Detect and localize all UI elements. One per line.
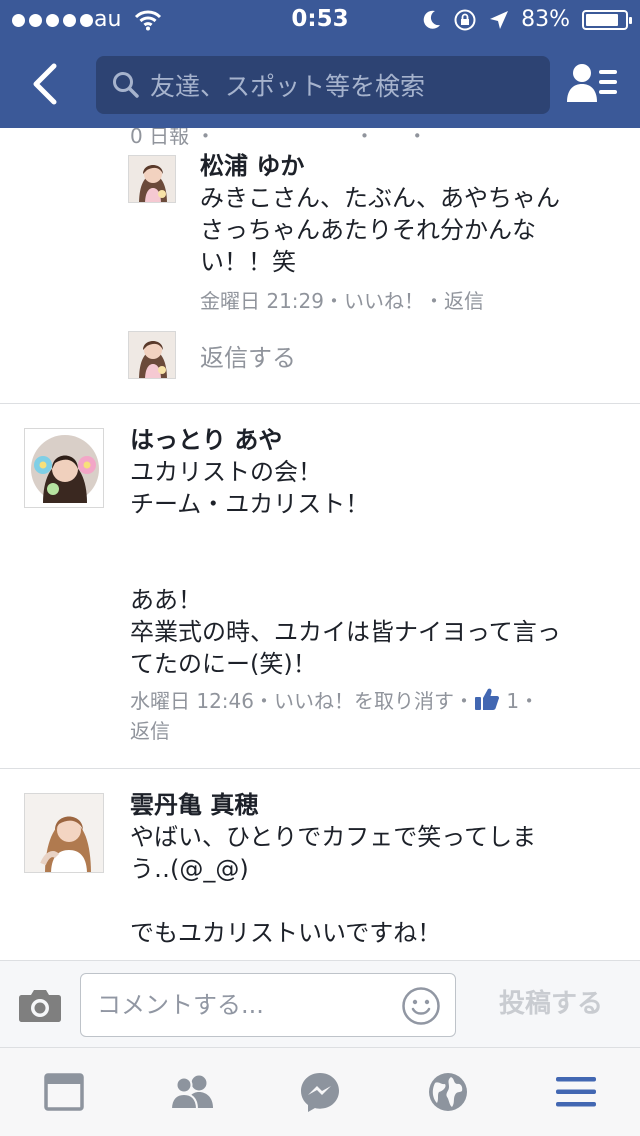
reply-body: 松浦 ゆか みきこさん、たぶん、あやちゃん さっちゃんあたりそれ分かんな い！！… bbox=[200, 150, 620, 316]
search-icon bbox=[113, 72, 139, 98]
status-right: 83% bbox=[423, 7, 632, 32]
tab-messenger[interactable] bbox=[296, 1068, 344, 1116]
messenger-icon bbox=[301, 1073, 339, 1112]
rotation-lock-icon bbox=[454, 9, 476, 30]
comment-author[interactable]: 雲丹亀 真穂 bbox=[130, 789, 620, 821]
like-link[interactable]: いいね！ bbox=[344, 286, 424, 316]
comment-time: 水曜日 12:46 bbox=[130, 689, 254, 713]
battery-percent: 83% bbox=[521, 7, 570, 32]
cut-off-meta: 0 日報 ・ ・ ・ bbox=[130, 128, 454, 148]
emoji-icon[interactable] bbox=[401, 986, 441, 1026]
avatar-photo bbox=[25, 794, 103, 872]
divider bbox=[0, 768, 640, 769]
tab-menu[interactable] bbox=[552, 1068, 600, 1116]
reply-input[interactable]: 返信する bbox=[200, 338, 296, 373]
comment-author[interactable]: 松浦 ゆか bbox=[200, 150, 620, 182]
avatar-photo bbox=[25, 429, 103, 507]
comment-meta: 水曜日 12:46・いいね！を取り消す・ 1・ 返信 bbox=[130, 686, 620, 746]
my-avatar bbox=[128, 331, 176, 379]
tab-friends[interactable] bbox=[168, 1068, 216, 1116]
location-icon bbox=[490, 10, 509, 29]
top-bar: au 0:53 83% 友達、スポット等を検索 bbox=[0, 0, 640, 128]
tab-news-feed[interactable] bbox=[40, 1068, 88, 1116]
search-placeholder: 友達、スポット等を検索 bbox=[150, 72, 426, 101]
friend-requests-icon[interactable] bbox=[566, 62, 620, 106]
post-button[interactable]: 投稿する bbox=[476, 983, 626, 1020]
unlike-link[interactable]: いいね！を取り消す bbox=[274, 686, 454, 716]
comment-composer: 投稿する bbox=[0, 960, 640, 1048]
status-bar: au 0:53 83% bbox=[0, 0, 640, 40]
comment-time: 金曜日 21:29 bbox=[200, 289, 324, 313]
comment-body: はっとり あや ユカリストの会！ チーム・ユカリスト！ ああ！ 卒業式の時、ユカ… bbox=[130, 424, 620, 746]
battery-fill bbox=[586, 13, 618, 26]
camera-icon[interactable] bbox=[18, 987, 62, 1023]
comments-feed[interactable]: 0 日報 ・ ・ ・ 松浦 ゆか みきこさん、たぶん、あやちゃん さっちゃんあた… bbox=[0, 128, 640, 960]
comment-text: ユカリストの会！ チーム・ユカリスト！ ああ！ 卒業式の時、ユカイは皆ナイヨって… bbox=[130, 458, 561, 678]
comment-meta: 金曜日 21:29・いいね！・返信 bbox=[200, 286, 620, 316]
battery-icon bbox=[582, 9, 632, 30]
tab-bar bbox=[0, 1048, 640, 1136]
search-input[interactable]: 友達、スポット等を検索 bbox=[96, 56, 550, 114]
divider bbox=[0, 403, 640, 404]
avatar[interactable] bbox=[24, 793, 104, 873]
comment-input-box[interactable] bbox=[80, 973, 456, 1037]
comment-body: 雲丹亀 真穂 やばい、ひとりでカフェで笑ってしま う‥(@_@) でもユカリスト… bbox=[130, 789, 620, 949]
comment-author[interactable]: はっとり あや bbox=[130, 424, 620, 456]
comment-text: みきこさん、たぶん、あやちゃん さっちゃんあたりそれ分かんな い！！笑 bbox=[200, 184, 560, 276]
globe-icon bbox=[429, 1073, 467, 1111]
avatar[interactable] bbox=[24, 428, 104, 508]
avatar-photo bbox=[129, 332, 175, 378]
chevron-left-icon[interactable] bbox=[26, 62, 66, 106]
comment-input[interactable] bbox=[97, 988, 397, 1022]
tab-notifications[interactable] bbox=[424, 1068, 472, 1116]
avatar[interactable] bbox=[128, 155, 176, 203]
reply-link[interactable]: 返信 bbox=[130, 716, 170, 746]
comment-text: やばい、ひとりでカフェで笑ってしま う‥(@_@) でもユカリストいいですね！ bbox=[130, 823, 537, 947]
menu-icon bbox=[556, 1077, 596, 1107]
like-thumb-icon bbox=[475, 688, 499, 710]
news-feed-icon bbox=[44, 1073, 84, 1111]
like-count[interactable]: 1 bbox=[506, 689, 519, 713]
friends-icon bbox=[169, 1075, 213, 1110]
moon-icon bbox=[423, 10, 441, 29]
reply-link[interactable]: 返信 bbox=[444, 286, 484, 316]
avatar-photo bbox=[129, 156, 175, 202]
